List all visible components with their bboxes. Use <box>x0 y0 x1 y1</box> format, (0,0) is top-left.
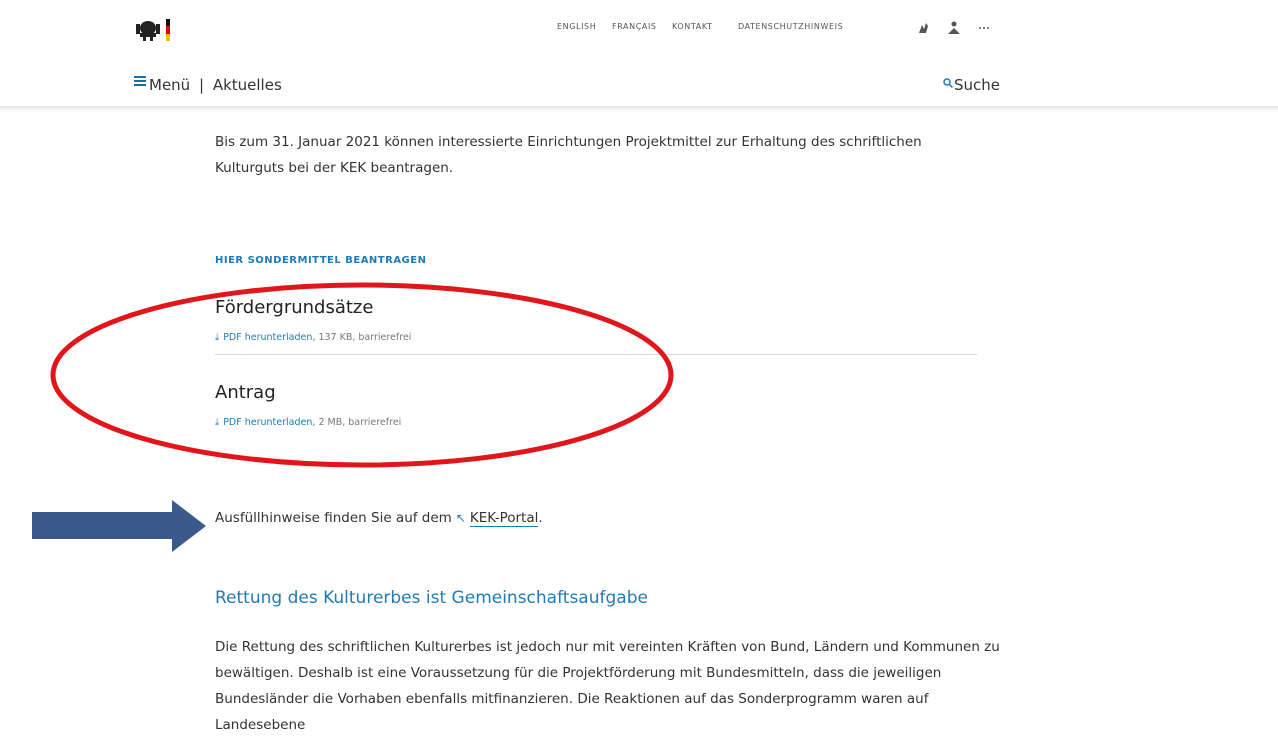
kek-portal-link[interactable]: KEK-Portal <box>469 510 539 527</box>
highlight-circle <box>50 282 674 468</box>
fill-in-hint: Ausfüllhinweise finden Sie auf dem ↖ KEK-P… <box>215 510 543 527</box>
section-heading: Rettung des Kulturerbes ist Gemeinschaft… <box>215 588 648 608</box>
external-link-icon: ↖ <box>455 511 466 525</box>
section-body: Die Rettung des schriftlichen Kulturerbe… <box>215 639 1000 733</box>
pointer-arrow <box>32 500 206 552</box>
